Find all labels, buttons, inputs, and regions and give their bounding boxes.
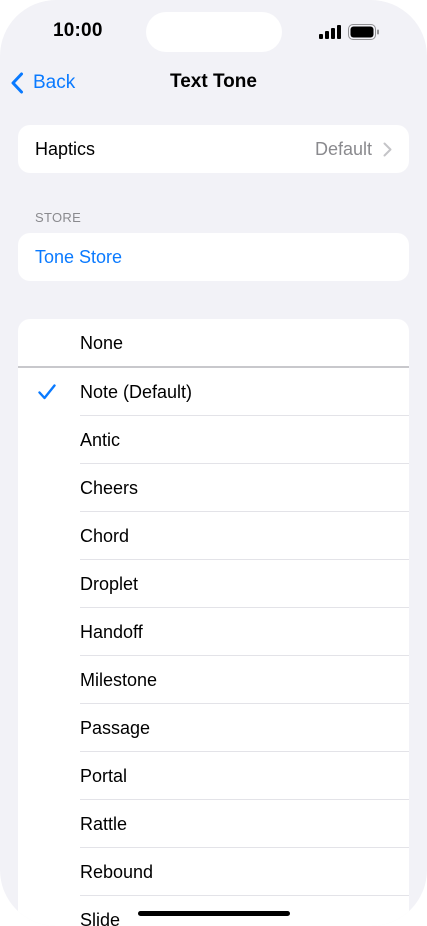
tone-row-handoff[interactable]: Handoff [18, 608, 409, 656]
home-indicator[interactable] [138, 911, 290, 916]
cellular-signal-icon [319, 25, 341, 39]
tone-row-rebound[interactable]: Rebound [18, 848, 409, 896]
tone-label: Rattle [80, 814, 128, 834]
tone-row-milestone[interactable]: Milestone [18, 656, 409, 704]
tone-row-cheers[interactable]: Cheers [18, 464, 409, 512]
chevron-left-icon [11, 72, 23, 94]
tone-row-portal[interactable]: Portal [18, 752, 409, 800]
tone-label: Milestone [80, 670, 158, 690]
tone-label: Portal [80, 766, 128, 786]
tone-row-none[interactable]: None [18, 319, 409, 368]
tone-label: Droplet [80, 574, 139, 594]
battery-icon [348, 24, 379, 40]
tone-row-passage[interactable]: Passage [18, 704, 409, 752]
dynamic-island [146, 12, 282, 52]
tone-row-droplet[interactable]: Droplet [18, 560, 409, 608]
tone-label: Chord [80, 526, 130, 546]
tone-store-row[interactable]: Tone Store [18, 233, 409, 281]
store-section-header: STORE [35, 210, 82, 225]
tone-list: None Note (Default) Antic Cheers Chord D… [18, 319, 409, 926]
tone-row-note[interactable]: Note (Default) [18, 368, 409, 416]
tone-label: Handoff [80, 622, 143, 642]
tone-label: Antic [80, 430, 121, 450]
haptics-label: Haptics [35, 139, 96, 159]
tone-row-antic[interactable]: Antic [18, 416, 409, 464]
tone-row-chord[interactable]: Chord [18, 512, 409, 560]
tone-store-link[interactable]: Tone Store [35, 247, 122, 268]
back-button-label: Back [33, 72, 76, 93]
haptics-value-group: Default [315, 139, 392, 160]
tone-label: Cheers [80, 478, 139, 498]
status-time: 10:00 [53, 20, 103, 41]
checkmark-icon [38, 384, 56, 400]
tone-label: Slide [80, 910, 121, 926]
tone-label: Passage [80, 718, 151, 738]
tone-label: Note (Default) [80, 382, 193, 402]
back-button[interactable]: Back [10, 70, 75, 96]
tone-label: Rebound [80, 862, 154, 882]
chevron-right-icon [383, 142, 392, 157]
screen: 10:00 Text Tone Back Haptics Default STO… [0, 0, 427, 926]
haptics-value: Default [314, 139, 372, 159]
tone-label: None [80, 333, 124, 353]
haptics-row[interactable]: Haptics Default [18, 125, 409, 173]
tone-row-rattle[interactable]: Rattle [18, 800, 409, 848]
